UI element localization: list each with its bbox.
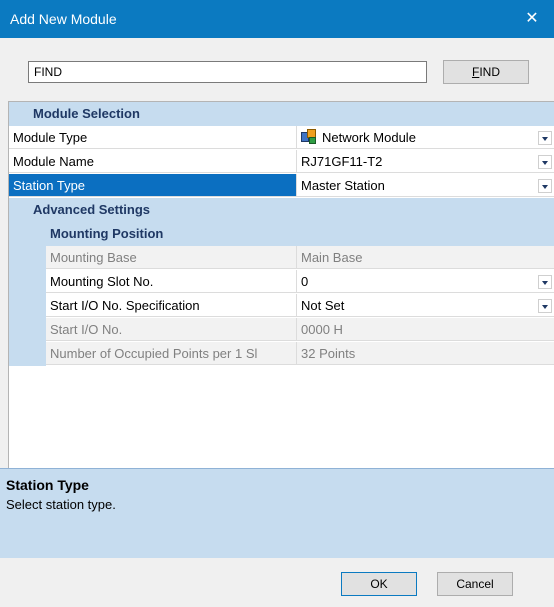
search-row: FIND FIND	[0, 38, 554, 100]
start-io-spec-value: Not Set	[301, 298, 345, 313]
chevron-down-icon[interactable]	[538, 131, 552, 145]
row-start-io: Start I/O No. 0000 H	[9, 318, 554, 342]
ok-button[interactable]: OK	[341, 572, 417, 596]
search-input[interactable]: FIND	[28, 61, 427, 83]
row-occupied-points: Number of Occupied Points per 1 Sl 32 Po…	[9, 342, 554, 366]
row-value: 32 Points	[296, 342, 554, 365]
chevron-down-icon[interactable]	[538, 155, 552, 169]
row-start-io-spec[interactable]: Start I/O No. Specification Not Set	[9, 294, 554, 318]
window-title: Add New Module	[10, 11, 117, 27]
row-label: Mounting Slot No.	[46, 270, 296, 293]
row-station-type[interactable]: Station Type Master Station	[9, 174, 554, 198]
section-advanced-settings-label: Advanced Settings	[33, 202, 151, 217]
section-mounting-position-label: Mounting Position	[50, 226, 164, 241]
row-mounting-base: Mounting Base Main Base	[9, 246, 554, 270]
row-value[interactable]: Not Set	[296, 294, 554, 317]
row-label: Start I/O No. Specification	[46, 294, 296, 317]
close-icon[interactable]: ✕	[510, 0, 554, 38]
row-label: Start I/O No.	[46, 318, 296, 341]
section-module-selection-label: Module Selection	[33, 106, 140, 121]
row-label: Mounting Base	[46, 246, 296, 269]
section-module-selection[interactable]: Module Selection	[9, 102, 554, 126]
mounting-slot-value: 0	[301, 274, 309, 289]
row-value[interactable]: Network Module	[296, 126, 554, 149]
row-value[interactable]: RJ71GF11-T2	[296, 150, 554, 173]
section-advanced-settings[interactable]: Advanced Settings	[9, 198, 554, 222]
network-module-icon	[301, 129, 317, 145]
find-button[interactable]: FIND	[443, 60, 529, 84]
module-name-value: RJ71GF11-T2	[301, 154, 383, 169]
row-module-type[interactable]: Module Type Network Module	[9, 126, 554, 150]
find-button-label: IND	[479, 65, 500, 79]
module-type-value: Network Module	[322, 130, 416, 145]
row-value: Main Base	[296, 246, 554, 269]
chevron-down-icon[interactable]	[538, 299, 552, 313]
row-module-name[interactable]: Module Name RJ71GF11-T2	[9, 150, 554, 174]
row-label: Station Type	[9, 174, 296, 197]
row-mounting-slot[interactable]: Mounting Slot No. 0	[9, 270, 554, 294]
button-bar: OK Cancel	[0, 558, 554, 607]
title-bar: Add New Module ✕	[0, 0, 554, 38]
row-value: 0000 H	[296, 318, 554, 341]
chevron-down-icon[interactable]	[538, 179, 552, 193]
station-type-value: Master Station	[301, 178, 385, 193]
row-value[interactable]: Master Station	[296, 174, 554, 197]
chevron-down-icon[interactable]	[538, 275, 552, 289]
row-label: Module Type	[9, 126, 296, 149]
section-mounting-position[interactable]: Mounting Position	[9, 222, 554, 246]
row-label: Module Name	[9, 150, 296, 173]
description-title: Station Type	[6, 477, 89, 493]
row-label: Number of Occupied Points per 1 Sl	[46, 342, 296, 365]
row-value[interactable]: 0	[296, 270, 554, 293]
description-text: Select station type.	[6, 497, 116, 512]
cancel-button[interactable]: Cancel	[437, 572, 513, 596]
